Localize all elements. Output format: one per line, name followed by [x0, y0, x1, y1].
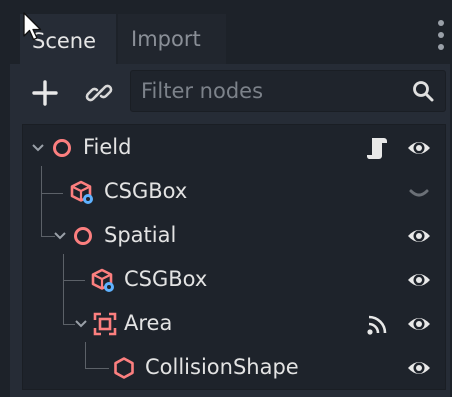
- visibility-hidden-icon[interactable]: [406, 181, 432, 203]
- filter-nodes-field[interactable]: [130, 70, 446, 112]
- visibility-eye-icon[interactable]: [406, 225, 432, 247]
- tree-row-spatial[interactable]: Spatial: [22, 214, 446, 258]
- add-node-button[interactable]: [30, 78, 60, 108]
- area-icon: [93, 312, 117, 336]
- tab-bar: Scene Import: [0, 0, 452, 64]
- csg-box-icon: [91, 268, 114, 292]
- tab-import[interactable]: Import: [118, 14, 226, 64]
- tree-row-csgbox[interactable]: CSGBox: [22, 258, 446, 302]
- node-label: CollisionShape: [145, 355, 299, 379]
- collision-shape-icon: [114, 357, 134, 379]
- tree-row-field[interactable]: Field: [22, 126, 446, 170]
- filter-nodes-input[interactable]: [141, 71, 391, 111]
- spatial-node-icon: [53, 139, 71, 157]
- tree-row-csgbox[interactable]: CSGBox: [22, 170, 446, 214]
- node-label: Area: [124, 311, 173, 335]
- node-label: CSGBox: [124, 267, 208, 291]
- instance-scene-button[interactable]: [84, 78, 114, 108]
- tree-row-area[interactable]: Area: [22, 302, 446, 346]
- search-icon[interactable]: [411, 79, 435, 103]
- node-label: Spatial: [104, 223, 177, 247]
- visibility-eye-icon[interactable]: [406, 269, 432, 291]
- dock-menu-icon[interactable]: [436, 20, 446, 60]
- chevron-down-icon[interactable]: [31, 142, 45, 154]
- node-label: Field: [83, 135, 132, 159]
- chevron-down-icon[interactable]: [74, 318, 88, 330]
- tree-row-collisionshape[interactable]: CollisionShape: [22, 346, 446, 390]
- visibility-eye-icon[interactable]: [406, 357, 432, 379]
- visibility-eye-icon[interactable]: [406, 137, 432, 159]
- signal-icon[interactable]: [366, 314, 388, 336]
- chevron-down-icon[interactable]: [53, 230, 67, 242]
- spatial-node-icon: [74, 227, 92, 245]
- visibility-eye-icon[interactable]: [406, 313, 432, 335]
- csg-box-icon: [70, 180, 93, 204]
- script-icon[interactable]: [366, 136, 388, 160]
- mouse-cursor-icon: [23, 12, 42, 41]
- node-label: CSGBox: [104, 179, 188, 203]
